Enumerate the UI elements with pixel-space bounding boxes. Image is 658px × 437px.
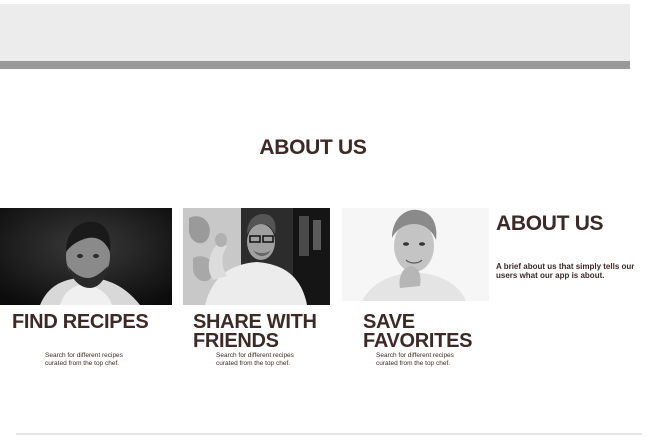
- header-bar: [0, 4, 630, 61]
- card-heading-save-favorites: SAVE FAVORITES: [363, 311, 473, 352]
- section-title: ABOUT US: [259, 136, 367, 160]
- card-heading-share-with-friends: SHARE WITH FRIENDS: [193, 311, 317, 352]
- chef-photo-1: [0, 208, 172, 305]
- chef-photo-3: [342, 208, 489, 301]
- card-description: Search for different recipes curated fro…: [216, 352, 294, 367]
- chef-photo-2: [183, 208, 330, 305]
- card-heading-find-recipes: FIND RECIPES: [12, 311, 149, 333]
- card-description: Search for different recipes curated fro…: [45, 352, 123, 367]
- header-divider: [0, 61, 630, 69]
- about-heading: ABOUT US: [496, 212, 604, 235]
- about-description: A brief about us that simply tells our u…: [496, 262, 635, 280]
- footer-divider: [16, 433, 642, 435]
- card-description: Search for different recipes curated fro…: [376, 352, 454, 367]
